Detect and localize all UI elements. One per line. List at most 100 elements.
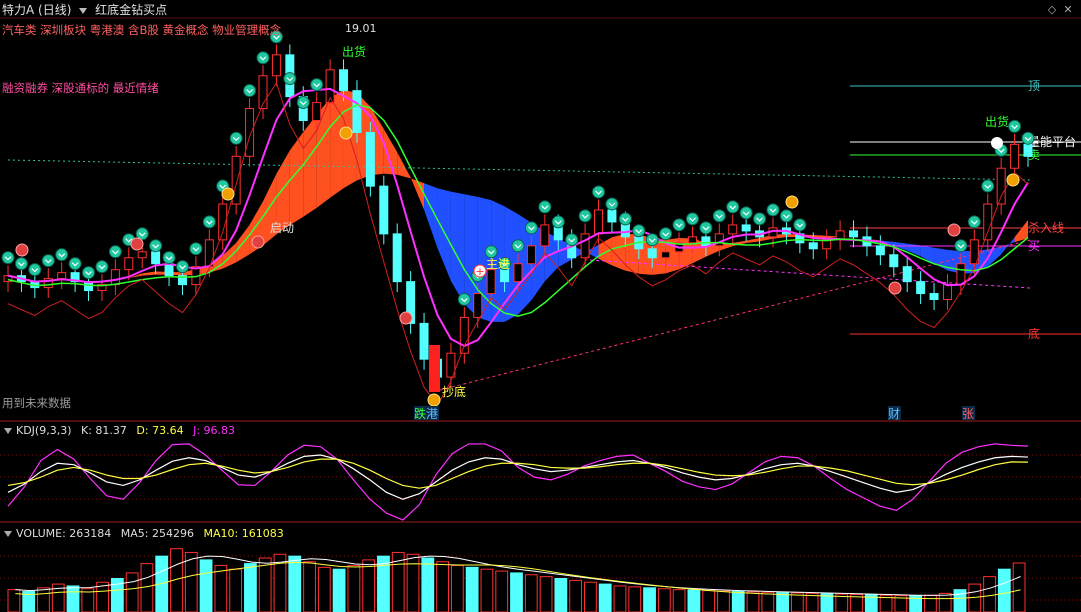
signal-dot [618,212,632,226]
candle-up [580,233,590,259]
candle-up [983,203,993,241]
candle-down [1023,143,1033,157]
candle-up [459,316,469,354]
diamond-icon [15,243,29,257]
volume-bar-up [761,591,775,612]
volume-bar-up [140,563,154,612]
signal-dot [954,239,968,253]
event-label: 财 [888,407,900,421]
signal-dot [659,227,673,241]
candle-down [916,281,926,295]
candle-down [419,322,429,360]
kdj-d-line [7,458,1029,489]
band-down-segment [907,243,921,257]
candle-down [365,131,375,187]
candle-up [429,345,440,392]
volume-bar-down [288,555,302,612]
signal-dot [1008,119,1022,133]
candle-up [137,251,147,259]
signal-dot [551,215,565,229]
candle-up [312,102,322,121]
concept-tags: 汽车类 深圳板块 粤港澳 含B股 黄金概念 物业管理概念 [2,23,282,37]
event-label: 跌 [414,406,426,421]
bottoming-signal: 抄底 [442,384,466,399]
volume-bar-up [214,564,228,612]
candle-down [929,293,939,301]
candle-up [942,284,952,301]
signal-dot [511,239,525,253]
signal-dot [524,221,538,235]
volume-bar-down [776,592,789,612]
candle-down [379,185,389,235]
candle-up [110,269,120,286]
candle-down [352,90,362,133]
candle-up [486,269,496,295]
candle-down [164,263,174,277]
gold-coin-icon [339,126,353,140]
signal-dot [739,206,753,220]
volume-bar-down [554,578,568,612]
reference-label: 杀入线 [1028,220,1064,235]
diamond-icon[interactable]: ◇ [1046,3,1058,16]
volume-bar-up [495,570,509,612]
signal-dot [605,197,619,211]
candle-down [808,242,818,250]
volume-bar-up [125,572,139,612]
candle-up [57,272,67,280]
candle-down [875,245,885,256]
band-up-segment [222,242,237,269]
candle-down [151,251,161,265]
candle-down [607,209,617,223]
chart-canvas: 顶量能平台卖杀入线买底19.01出货出货启动主进抄底+跌港财张 [0,17,1081,612]
margin-note: 融资融券 深股通标的 最近情绪 [2,81,159,95]
diamond-icon [399,311,413,325]
diamond-icon [130,237,144,251]
candle-down [849,230,859,238]
volume-bar-up [746,591,760,612]
signal-dot [189,242,203,256]
signal-dot [645,233,659,247]
reference-label: 顶 [1028,79,1040,93]
candle-down [500,269,510,283]
kdj-d-value: D: 73.64 [136,424,184,437]
signal-dot [28,263,42,277]
volume-bar-up [37,587,50,612]
kdj-title[interactable]: KDJ(9,3,3) [16,424,72,437]
reference-label: 底 [1028,326,1040,341]
candle-up [245,108,255,157]
future-data-note: 用到未来数据 [2,396,71,410]
signal-dot [981,179,995,193]
volume-title[interactable]: VOLUME: 263184 [16,527,111,540]
signal-dot [162,251,176,265]
signal-dot [672,218,686,232]
volume-bar-up [983,576,996,612]
plus-icon: + [475,265,484,278]
signal-dot [82,266,96,280]
volume-bar-down [244,563,257,612]
band-up-segment [746,237,760,243]
signal-dot [296,95,310,109]
signal-dot [592,185,606,199]
signal-dot [793,218,807,232]
volume-bar-up [184,551,198,612]
volume-bar-down [332,568,346,612]
event-label: 张 [962,407,974,421]
collapse-icon[interactable] [4,531,12,537]
candle-up [661,251,671,259]
candle-up [124,257,134,271]
close-icon[interactable]: ✕ [1062,3,1074,16]
collapse-icon[interactable] [4,428,12,434]
indicator-name[interactable]: 红底金钻买点 [95,3,167,17]
dropdown-icon[interactable] [79,7,88,14]
signal-dot [95,260,109,274]
stock-name: 特力A [2,3,35,17]
signal-dot [565,233,579,247]
fund-signal: 主进 [486,257,510,271]
volume-bar-up [672,589,686,612]
candle-down [392,233,402,283]
reference-label: 量能平台 [1028,134,1076,149]
candle-up [473,293,483,318]
signal-dot [484,245,498,259]
volume-bar-down [199,559,213,612]
signal-dot [256,51,270,65]
